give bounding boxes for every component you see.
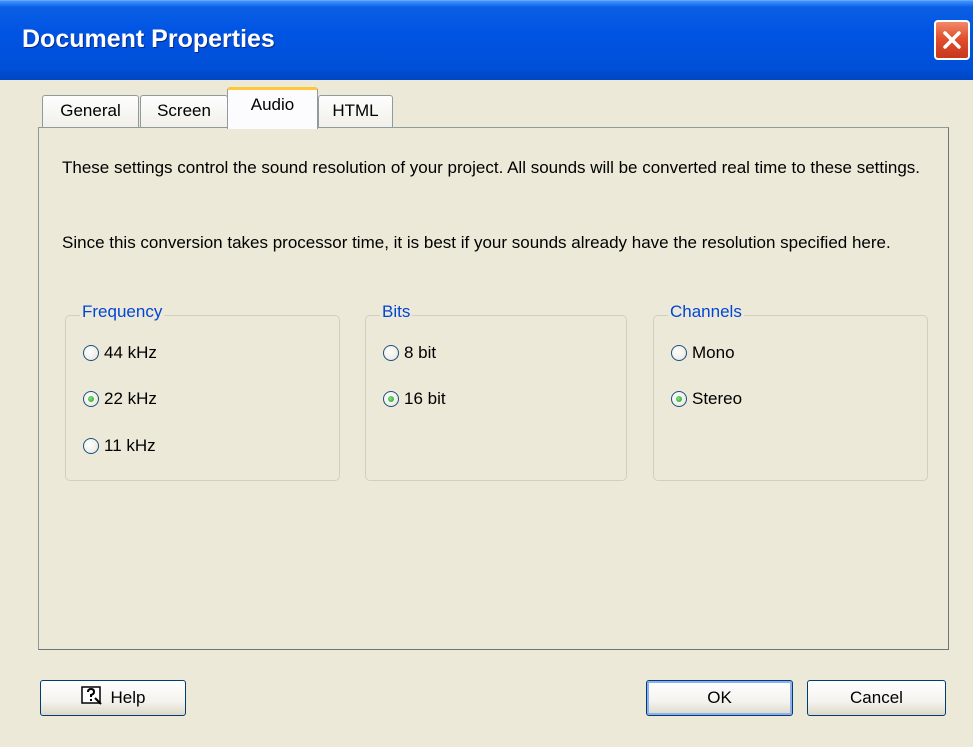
radio-11khz[interactable]: 11 kHz <box>83 436 156 456</box>
radio-mono[interactable]: Mono <box>671 343 735 363</box>
radio-16bit[interactable]: 16 bit <box>383 389 446 409</box>
close-icon <box>943 31 961 49</box>
radio-button-selected[interactable] <box>383 391 399 407</box>
ok-button[interactable]: OK <box>646 680 793 716</box>
radio-button[interactable] <box>83 345 99 361</box>
radio-label: 11 kHz <box>104 436 156 455</box>
tab-label: Audio <box>250 95 295 114</box>
window-title: Document Properties <box>22 25 275 53</box>
cancel-button[interactable]: Cancel <box>807 680 946 716</box>
radio-8bit[interactable]: 8 bit <box>383 343 436 363</box>
help-label: Help <box>110 688 146 707</box>
description-conversion: Since this conversion takes processor ti… <box>62 233 891 252</box>
radio-button-selected[interactable] <box>83 391 99 407</box>
radio-label: 22 kHz <box>104 389 157 408</box>
ok-label: OK <box>707 688 732 707</box>
radio-label: 8 bit <box>404 343 437 362</box>
tab-screen[interactable]: Screen <box>140 95 228 128</box>
help-button[interactable]: Help <box>40 680 186 716</box>
tab-general[interactable]: General <box>42 95 139 128</box>
tab-label: HTML <box>332 101 379 120</box>
radio-button[interactable] <box>671 345 687 361</box>
tab-label: Screen <box>157 101 211 120</box>
tab-audio[interactable]: Audio <box>227 87 318 129</box>
radio-stereo[interactable]: Stereo <box>671 389 742 409</box>
radio-button-selected[interactable] <box>671 391 687 407</box>
radio-label: Stereo <box>692 389 743 408</box>
channels-group-label: Channels <box>668 302 744 322</box>
title-bar: Document Properties <box>0 0 973 80</box>
radio-label: 16 bit <box>404 389 446 408</box>
cancel-label: Cancel <box>850 688 903 707</box>
radio-button[interactable] <box>383 345 399 361</box>
close-button[interactable] <box>934 20 970 60</box>
description-resolution: These settings control the sound resolut… <box>62 158 921 177</box>
tab-label: General <box>60 101 121 120</box>
radio-label: 44 kHz <box>104 343 157 362</box>
radio-label: Mono <box>692 343 735 362</box>
tab-html[interactable]: HTML <box>318 95 393 128</box>
bits-group-label: Bits <box>380 302 413 322</box>
frequency-group-label: Frequency <box>80 302 165 322</box>
radio-button[interactable] <box>83 438 99 454</box>
help-icon <box>80 685 103 711</box>
radio-22khz[interactable]: 22 kHz <box>83 389 157 409</box>
radio-44khz[interactable]: 44 kHz <box>83 343 157 363</box>
